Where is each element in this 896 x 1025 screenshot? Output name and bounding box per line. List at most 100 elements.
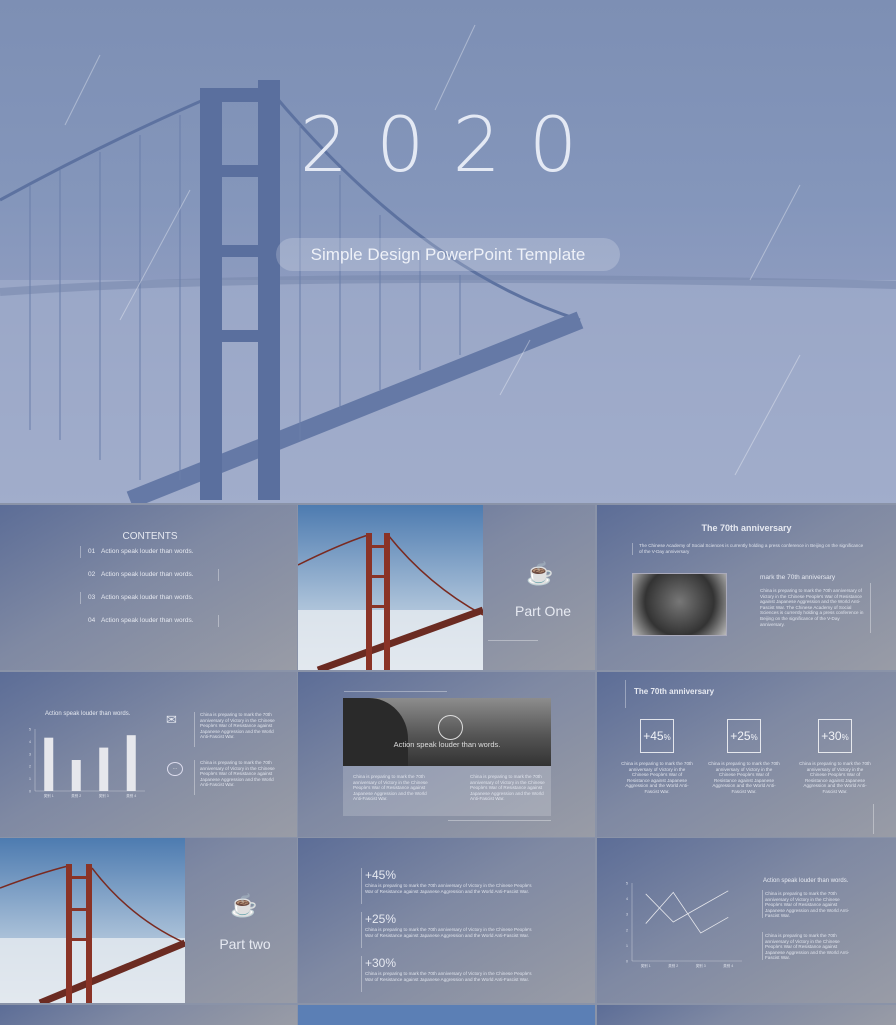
slide-part-two[interactable]: ☕ Part two: [0, 838, 297, 1003]
hero-subtitle: Simple Design PowerPoint Template: [310, 245, 586, 264]
x-tick-label: 类别 2: [71, 793, 81, 798]
contents-item-number: 02: [88, 571, 96, 578]
slide-anniversary-2[interactable]: The 70th anniversary +45% China is prepar…: [597, 672, 896, 837]
divider: [80, 546, 81, 558]
hero-subtitle-pill: Simple Design PowerPoint Template: [276, 238, 620, 271]
contents-item-number: 01: [88, 548, 96, 555]
hero-year: 2020: [299, 100, 606, 189]
slide-photo-caption[interactable]: Action speak louder than words. China is…: [298, 672, 595, 837]
y-tick-label: 2: [29, 765, 31, 769]
y-tick-label: 2: [626, 928, 628, 932]
line-chart: 0 1 2 3 4 5 类别 1 类别 2 类别 3 类别 4: [626, 882, 742, 968]
line-text-1: China is preparing to mark the 70th anni…: [765, 891, 850, 919]
x-tick-label: 类别 3: [696, 963, 706, 968]
contents-item[interactable]: 04 Action speak louder than words.: [85, 615, 225, 627]
stat-text: China is preparing to mark the 70th anni…: [365, 927, 532, 938]
y-tick-label: 4: [29, 740, 31, 744]
bar: [71, 760, 81, 791]
bar-text-1: China is preparing to mark the 70th anni…: [200, 712, 275, 740]
part-one-label: Part One: [514, 603, 572, 619]
line-chart-title: Action speak louder than words.: [763, 878, 849, 884]
series-line: [645, 890, 729, 923]
anniv2-title: The 70th anniversary: [634, 687, 715, 696]
sea-arch-photo: Action speak louder than words.: [343, 698, 551, 766]
divider: [80, 592, 81, 604]
divider: [361, 956, 362, 992]
stat-value: +45: [643, 729, 664, 743]
contents-item-label: Action speak louder than words.: [101, 571, 194, 578]
chat-bubble-icon: ···: [167, 762, 183, 776]
part-two-label: Part two: [219, 936, 271, 952]
bar: [126, 735, 136, 791]
y-tick-label: 3: [29, 752, 31, 756]
stat-box: +30%: [818, 719, 852, 753]
x-tick-label: 类别 4: [723, 963, 733, 968]
mail-icon: ✉: [166, 712, 177, 727]
divider: [218, 615, 219, 627]
y-tick-label: 5: [29, 728, 31, 732]
photographer-photo: [632, 573, 727, 636]
stat-value: +25: [730, 729, 751, 743]
stat-value: +30: [821, 729, 842, 743]
photo-text-1: China is preparing to mark the 70th anni…: [353, 774, 428, 802]
bar-text-2: China is preparing to mark the 70th anni…: [200, 760, 275, 788]
anniv1-title: The 70th anniversary: [701, 523, 792, 533]
stat-text: China is preparing to mark the 70th anni…: [365, 883, 532, 894]
contents-item-number: 04: [88, 617, 96, 624]
series-line: [645, 891, 729, 934]
anniv1-intro: The Chinese Academy of Social Sciences i…: [639, 543, 864, 554]
slide-bar-chart[interactable]: Action speak louder than words. 0 1 2 3 4 5 类别…: [0, 672, 297, 837]
hero-slide: 2020 Simple Design PowerPoint Template: [0, 0, 896, 503]
divider: [361, 912, 362, 948]
contents-item[interactable]: 02 Action speak louder than words.: [85, 569, 225, 581]
y-tick-label: 0: [626, 960, 628, 964]
contents-item[interactable]: 03 Action speak louder than words.: [80, 592, 225, 604]
stat-text: China is preparing to mark the 70th anni…: [799, 761, 871, 794]
slide-partial-3: [597, 1005, 896, 1025]
divider: [361, 868, 362, 904]
y-tick-label: 3: [626, 913, 628, 917]
y-tick-label: 5: [626, 882, 628, 886]
contents-item-number: 03: [88, 594, 96, 601]
slide-part-one[interactable]: ☕ Part One: [298, 505, 595, 670]
stat-value: +25%: [365, 912, 397, 926]
stat-unit: %: [750, 733, 758, 742]
stat-value: +45%: [365, 868, 397, 882]
contents-item-label: Action speak louder than words.: [101, 548, 194, 555]
y-tick-label: 4: [626, 897, 628, 901]
bridge-photo-2: [0, 838, 185, 1003]
x-tick-label: 类别 1: [641, 963, 651, 968]
bridge-photo: [298, 505, 483, 670]
x-tick-label: 类别 1: [44, 793, 54, 798]
clock-icon: [438, 715, 463, 740]
bar: [44, 737, 54, 791]
photo-text-panel: China is preparing to mark the 70th anni…: [343, 766, 551, 816]
contents-title: CONTENTS: [122, 531, 178, 542]
coffee-cup-icon: ☕: [526, 561, 554, 586]
x-tick-label: 类别 4: [126, 793, 136, 798]
y-tick-label: 1: [626, 944, 628, 948]
bar-chart: 0 1 2 3 4 5 类别 1 类别 2 类别 3 类别 4: [29, 728, 145, 798]
stat-value: +30%: [365, 956, 397, 970]
y-tick-label: 1: [29, 777, 31, 781]
contents-item-label: Action speak louder than words.: [101, 594, 194, 601]
bar: [99, 747, 109, 791]
stat-unit: %: [841, 733, 849, 742]
stat-box: +25%: [727, 719, 761, 753]
slide-anniversary-1[interactable]: The 70th anniversary The Chinese Academy…: [597, 505, 896, 670]
photo-caption: Action speak louder than words.: [393, 740, 501, 749]
x-tick-label: 类别 2: [668, 963, 678, 968]
stat-text: China is preparing to mark the 70th anni…: [365, 971, 532, 982]
anniv1-body: China is preparing to mark the 70th anni…: [760, 588, 864, 627]
x-tick-label: 类别 3: [99, 793, 109, 798]
slide-partial-1: [0, 1005, 297, 1025]
slide-line-chart[interactable]: 0 1 2 3 4 5 类别 1 类别 2 类别 3 类别 4 Action speak loud…: [597, 838, 896, 1003]
stat-text: China is preparing to mark the 70th anni…: [621, 761, 693, 794]
stat-unit: %: [663, 733, 671, 742]
stat-box: +45%: [640, 719, 674, 753]
contents-item[interactable]: 01 Action speak louder than words.: [80, 546, 225, 558]
contents-item-label: Action speak louder than words.: [101, 617, 194, 624]
slide-contents[interactable]: CONTENTS 01 Action speak louder than word…: [0, 505, 297, 670]
slide-stats-list[interactable]: +45% China is preparing to mark the 70th …: [298, 838, 595, 1003]
y-tick-label: 0: [29, 790, 31, 794]
